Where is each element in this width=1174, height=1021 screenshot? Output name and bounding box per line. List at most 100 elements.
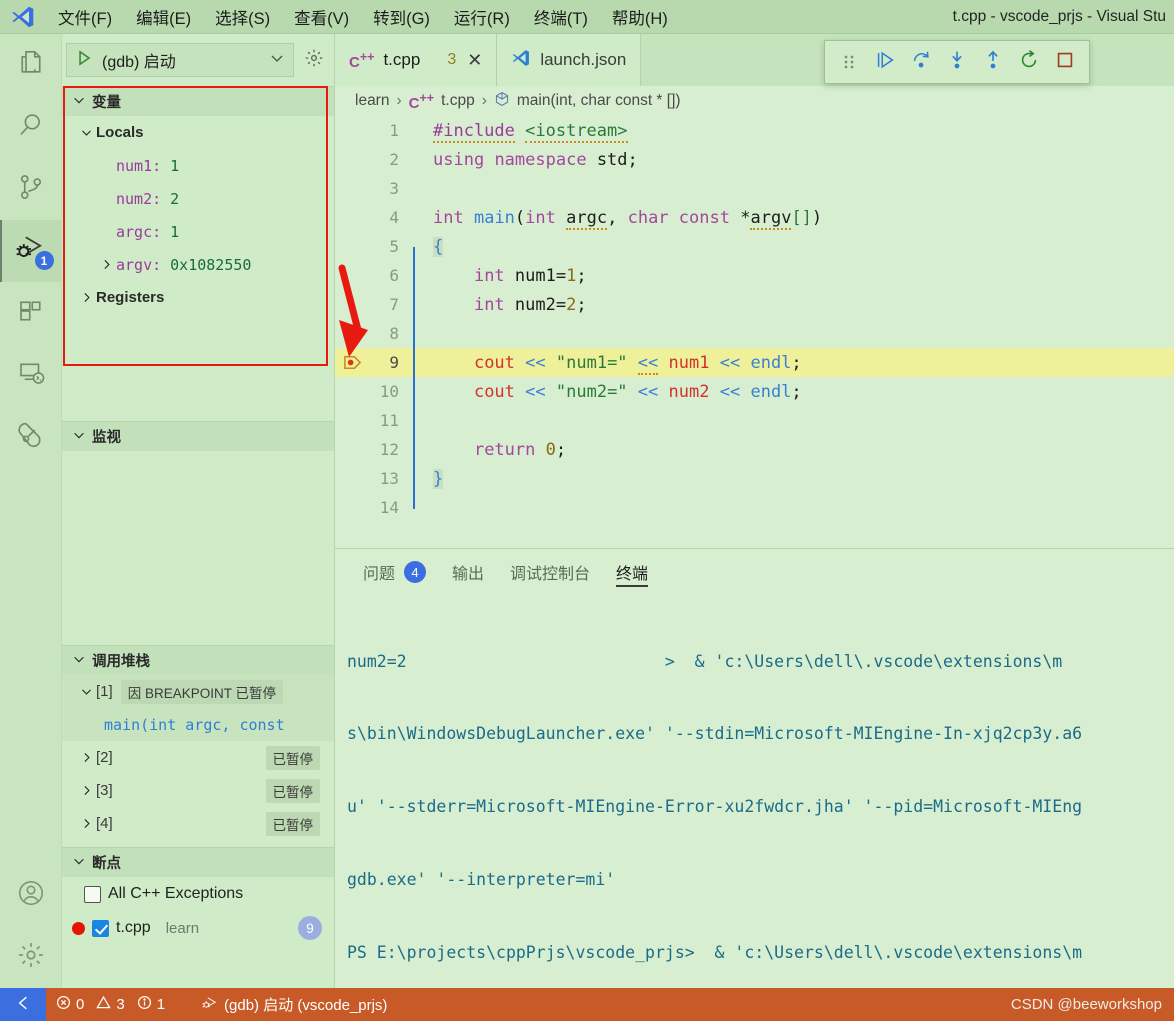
menu-edit[interactable]: 编辑(E) (124, 2, 203, 32)
stop-button[interactable] (1048, 45, 1082, 79)
activity-extensions[interactable] (0, 282, 62, 344)
watch-pane-header[interactable]: 监视 (62, 421, 334, 451)
line-content: } (433, 468, 444, 489)
breadcrumb-separator: › (396, 92, 402, 109)
tab-problems[interactable]: 问题 4 (363, 549, 427, 595)
problems-status[interactable]: 0 3 1 (46, 988, 175, 1021)
menu-run[interactable]: 运行(R) (442, 2, 522, 32)
code-editor[interactable]: 1 #include <iostream> 2 using namespace … (335, 116, 1174, 548)
tab-launch-json[interactable]: launch.json (497, 34, 642, 86)
scope-label: Locals (96, 124, 144, 141)
scope-locals[interactable]: Locals (62, 116, 334, 149)
play-icon[interactable] (75, 49, 93, 72)
menu-selection[interactable]: 选择(S) (203, 2, 282, 32)
step-out-icon (982, 49, 1004, 76)
callstack-thread[interactable]: [3] 已暂停 (62, 774, 334, 807)
step-over-button[interactable] (904, 45, 938, 79)
variables-pane-header[interactable]: 变量 (62, 86, 334, 116)
restart-icon (1018, 49, 1040, 76)
variables-pane-body: Locals num1: 1 num2: 2 argc: 1 argv: 0x1… (62, 116, 334, 321)
breakpoint-glyph-icon[interactable] (335, 353, 369, 372)
thread-state: 已暂停 (265, 745, 320, 770)
line-number: 3 (389, 179, 399, 198)
line-content: using namespace std; (433, 149, 638, 170)
restart-button[interactable] (1012, 45, 1046, 79)
breadcrumb-file[interactable]: t.cpp (441, 92, 475, 110)
bottom-panel: 问题 4 输出 调试控制台 终端 num2=2 > & 'c:\Users\de… (335, 548, 1174, 988)
breadcrumb-separator: › (481, 92, 487, 109)
terminal-line: s\bin\WindowsDebugLauncher.exe' '--stdin… (347, 724, 1083, 744)
activity-accounts[interactable] (0, 864, 62, 926)
tab-output[interactable]: 输出 (452, 549, 484, 595)
line-content: #include <iostream> (433, 120, 628, 143)
chevron-down-icon[interactable] (269, 50, 285, 71)
breakpoint-line-badge: 9 (298, 916, 322, 940)
activity-run-and-debug[interactable]: 1 (0, 220, 62, 282)
line-number: 5 (389, 237, 399, 256)
variable-row-argv[interactable]: argv: 0x1082550 (62, 248, 334, 281)
continue-button[interactable] (868, 45, 902, 79)
tab-t-cpp[interactable]: C++ t.cpp 3 ✕ (335, 34, 498, 86)
activity-explorer[interactable] (0, 34, 62, 96)
activity-search[interactable] (0, 96, 62, 158)
launch-config-select[interactable]: (gdb) 启动 (66, 43, 294, 77)
launch-config-bar: (gdb) 启动 (62, 34, 334, 86)
breadcrumb-folder[interactable]: learn (355, 92, 389, 110)
breakpoint-row-exceptions[interactable]: All C++ Exceptions (62, 877, 334, 911)
chevron-right-icon[interactable] (76, 817, 96, 830)
watch-pane-title: 监视 (92, 430, 121, 446)
close-icon[interactable]: ✕ (467, 50, 482, 71)
variable-row[interactable]: num1: 1 (62, 149, 334, 182)
activity-remote-explorer[interactable] (0, 344, 62, 406)
menu-bar: 文件(F) 编辑(E) 选择(S) 查看(V) 转到(G) 运行(R) 终端(T… (46, 2, 680, 32)
callstack-frame[interactable]: main(int argc, const (62, 708, 334, 741)
callstack-thread[interactable]: [1] 因 BREAKPOINT 已暂停 (62, 675, 334, 708)
menu-terminal[interactable]: 终端(T) (522, 2, 600, 32)
activity-settings[interactable] (0, 926, 62, 988)
chevron-down-icon[interactable] (76, 685, 96, 698)
menu-file[interactable]: 文件(F) (46, 2, 124, 32)
breakpoint-checkbox[interactable] (84, 885, 101, 903)
title-bar: 文件(F) 编辑(E) 选择(S) 查看(V) 转到(G) 运行(R) 终端(T… (0, 0, 1174, 34)
vscode-logo-icon (0, 4, 46, 30)
breakpoint-path: learn (165, 919, 200, 937)
scope-label: Registers (96, 289, 165, 306)
terminal-line: num2=2 > & 'c:\Users\dell\.vscode\extens… (347, 651, 1063, 671)
line-number: 9 (389, 353, 399, 372)
menu-view[interactable]: 查看(V) (282, 2, 361, 32)
activity-testing[interactable] (0, 406, 62, 468)
frame-label: main(int argc, const (104, 715, 285, 734)
menu-help[interactable]: 帮助(H) (600, 2, 680, 32)
remote-indicator-button[interactable] (0, 988, 46, 1021)
breakpoint-row-file[interactable]: t.cpp learn 9 (62, 911, 334, 945)
error-icon (56, 995, 71, 1014)
code-line: 3 (335, 174, 1174, 203)
menu-go[interactable]: 转到(G) (361, 2, 442, 32)
debug-session-status[interactable]: (gdb) 启动 (vscode_prjs) (191, 988, 397, 1021)
code-lines: 1 #include <iostream> 2 using namespace … (335, 116, 1174, 522)
variable-row[interactable]: argc: 1 (62, 215, 334, 248)
line-content: return 0; (473, 439, 567, 460)
callstack-thread[interactable]: [2] 已暂停 (62, 741, 334, 774)
activity-source-control[interactable] (0, 158, 62, 220)
step-out-button[interactable] (976, 45, 1010, 79)
chevron-right-icon[interactable] (76, 751, 96, 764)
tab-debug-console[interactable]: 调试控制台 (510, 549, 590, 595)
debug-floating-toolbar (824, 40, 1090, 84)
breakpoints-pane-header[interactable]: 断点 (62, 847, 334, 877)
breadcrumb-symbol[interactable]: main(int, char const * []) (517, 92, 681, 110)
chevron-right-icon (76, 291, 96, 304)
chevron-right-icon[interactable] (76, 784, 96, 797)
variable-row[interactable]: num2: 2 (62, 182, 334, 215)
terminal-line: gdb.exe' '--interpreter=mi' (347, 870, 616, 890)
chevron-right-icon[interactable] (96, 258, 116, 271)
tab-terminal[interactable]: 终端 (616, 549, 649, 595)
callstack-pane-header[interactable]: 调用堆栈 (62, 645, 334, 675)
terminal-output[interactable]: num2=2 > & 'c:\Users\dell\.vscode\extens… (335, 595, 1174, 988)
breakpoint-checkbox[interactable] (92, 919, 109, 937)
scope-registers[interactable]: Registers (62, 281, 334, 314)
open-launch-settings-button[interactable] (300, 46, 328, 74)
callstack-thread[interactable]: [4] 已暂停 (62, 807, 334, 840)
drag-handle-icon[interactable] (832, 45, 866, 79)
step-into-button[interactable] (940, 45, 974, 79)
